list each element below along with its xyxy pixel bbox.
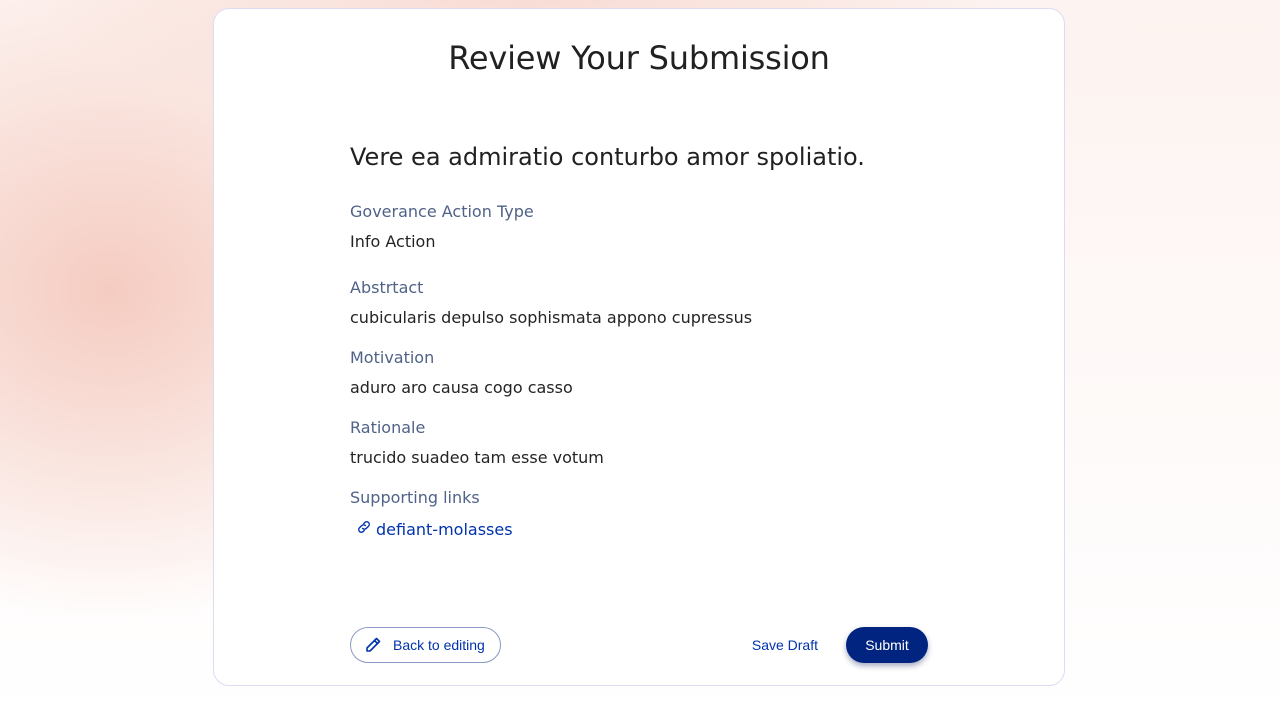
page-title: Review Your Submission [448,39,830,77]
submit-button[interactable]: Submit [846,627,928,663]
proposal-title: Vere ea admiratio conturbo amor spoliati… [350,143,865,171]
pencil-icon [366,637,381,652]
field-label: Motivation [350,348,435,367]
field-governance-action-type: Goverance Action Type Info Action [350,199,930,255]
field-value: trucido suadeo tam esse votum [350,448,604,467]
field-value: Info Action [350,232,436,251]
field-value: cubicularis depulso sophismata appono cu… [350,308,753,327]
supporting-link[interactable]: defiant-molasses [350,517,930,543]
field-supporting-links: Supporting links defiant-molasses [350,485,930,543]
action-bar: Back to editing Save Draft Submit [350,627,928,663]
save-draft-button[interactable]: Save Draft [746,627,824,663]
field-value: aduro aro causa cogo casso [350,378,573,397]
review-card: Review Your Submission Vere ea admiratio… [213,8,1065,686]
back-to-editing-label: Back to editing [393,637,485,653]
field-motivation: Motivation aduro aro causa cogo casso [350,345,930,401]
field-label: Supporting links [350,488,480,507]
field-abstract: Abstrtact cubicularis depulso sophismata… [350,275,930,331]
field-label: Rationale [350,418,426,437]
field-label: Abstrtact [350,278,424,297]
field-rationale: Rationale trucido suadeo tam esse votum [350,415,930,471]
supporting-link-text[interactable]: defiant-molasses [376,517,513,543]
back-to-editing-button[interactable]: Back to editing [350,627,501,663]
link-icon [358,521,370,533]
submission-content: Vere ea admiratio conturbo amor spoliati… [350,139,930,557]
field-label: Goverance Action Type [350,202,534,221]
